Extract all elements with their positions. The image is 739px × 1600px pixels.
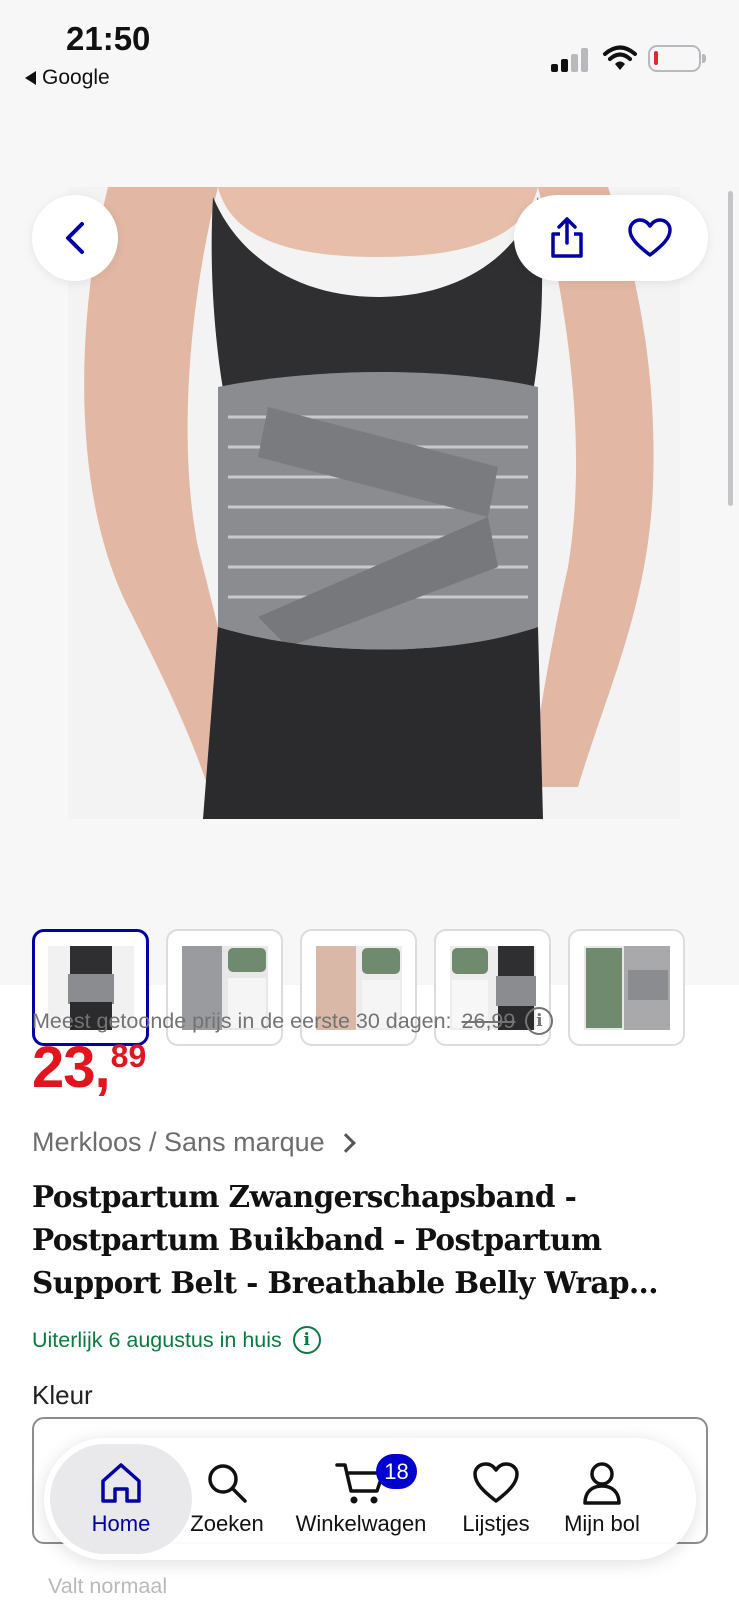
wifi-icon <box>603 45 637 70</box>
signal-icon <box>551 48 591 72</box>
nav-search[interactable]: Zoeken <box>182 1438 272 1560</box>
page-scrollbar[interactable] <box>728 191 733 506</box>
user-icon <box>583 1462 621 1505</box>
heart-icon[interactable] <box>627 218 673 258</box>
thumbnail-image <box>583 945 670 1030</box>
nav-lists[interactable]: Lijstjes <box>450 1438 542 1560</box>
app-root: 21:50 Google Meest getoonde prijs in de … <box>0 0 739 1600</box>
nav-cart-label: Winkelwagen <box>295 1511 427 1536</box>
price-history-note: Meest getoonde prijs in de eerste 30 dag… <box>32 1007 554 1035</box>
back-triangle-icon <box>25 71 36 85</box>
brand-link[interactable]: Merkloos / Sans marque <box>32 1127 356 1158</box>
nav-cart[interactable]: Winkelwagen 18 <box>288 1438 434 1560</box>
nav-search-label: Zoeken <box>190 1511 264 1536</box>
share-icon[interactable] <box>549 217 585 259</box>
delivery-text: Uiterlijk 6 augustus in huis <box>32 1327 282 1352</box>
fit-note: Valt normaal <box>48 1574 168 1598</box>
back-app-label: Google <box>42 66 110 89</box>
price-euros: 23, <box>32 1035 111 1100</box>
price-history-text: Meest getoonde prijs in de eerste 30 dag… <box>32 1008 452 1033</box>
product-title-line: Postpartum Zwangerschapsband - <box>32 1179 577 1214</box>
status-time: 21:50 <box>66 20 151 57</box>
chevron-right-icon <box>335 1132 356 1153</box>
search-icon <box>208 1464 247 1503</box>
product-title-line: Postpartum Buikband - Postpartum <box>32 1222 602 1257</box>
old-price: 26,99 <box>461 1008 516 1033</box>
delivery-info: Uiterlijk 6 augustus in huis i <box>32 1326 321 1354</box>
heart-icon <box>473 1462 519 1503</box>
current-price: 23, 89 <box>32 1036 146 1100</box>
thumbnail[interactable] <box>568 929 685 1046</box>
cart-count-badge: 18 <box>376 1454 417 1489</box>
battery-level <box>654 51 658 65</box>
back-to-app-link[interactable]: Google <box>25 66 110 90</box>
nav-account[interactable]: Mijn bol <box>552 1438 652 1560</box>
back-chevron-icon <box>66 222 84 254</box>
nav-home[interactable]: Home <box>50 1438 192 1560</box>
product-title-line: Support Belt - Breathable Belly Wrap... <box>32 1265 658 1300</box>
price-cents: 89 <box>110 1038 147 1074</box>
product-gallery <box>0 95 739 1046</box>
home-icon <box>101 1463 141 1503</box>
color-label: Kleur <box>32 1380 93 1410</box>
back-button[interactable] <box>32 195 118 281</box>
product-photo-illustration <box>68 187 680 819</box>
nav-home-label: Home <box>91 1511 151 1536</box>
nav-lists-label: Lijstjes <box>462 1511 530 1536</box>
nav-account-label: Mijn bol <box>564 1511 640 1536</box>
action-pill <box>514 195 708 281</box>
delivery-info-icon[interactable]: i <box>292 1326 321 1354</box>
product-photo[interactable] <box>68 187 680 819</box>
product-title: Postpartum Zwangerschapsband - Postpartu… <box>32 1175 712 1304</box>
brand-name: Merkloos / Sans marque <box>32 1127 325 1157</box>
battery-icon <box>648 45 706 72</box>
status-bar: 21:50 Google <box>0 0 739 95</box>
info-icon[interactable]: i <box>525 1007 554 1035</box>
bottom-navigation: Home Zoeken Winkelwagen 18 Lijstjes Mijn… <box>44 1438 696 1560</box>
